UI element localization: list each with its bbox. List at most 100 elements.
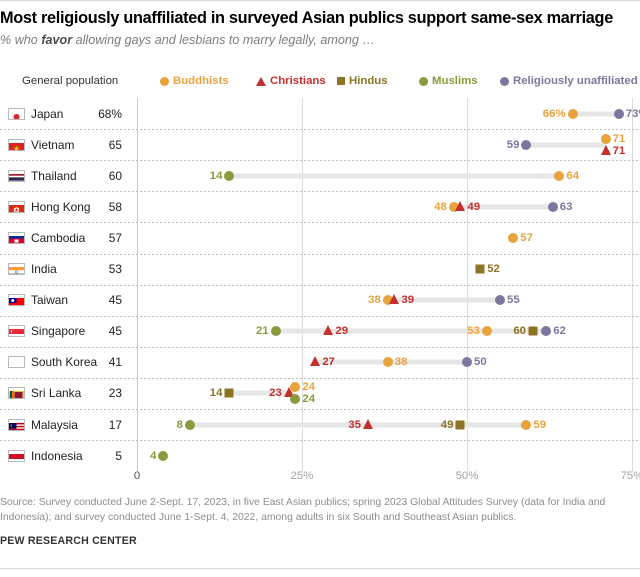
marker-christians[interactable] [363,418,373,429]
marker-buddhists[interactable] [382,357,393,368]
legend-item-hindus[interactable]: Hindus [337,75,388,87]
value-label-muslims: 8 [176,418,183,431]
chart-row[interactable]: Singapore 45 21 29 53 60 62 [0,316,640,347]
legend-item-buddhists[interactable]: Buddhists [160,75,229,87]
marker-buddhists[interactable] [567,108,578,119]
value-label-christians: 39 [401,294,415,307]
flag-icon-indonesia [8,449,25,462]
chart-row[interactable]: Taiwan 45 38 39 55 [0,285,640,316]
chart-row[interactable]: Vietnam 65 59 71 71 [0,129,640,160]
chart-subtitle: % who favor allowing gays and lesbians t… [0,33,640,48]
marker-buddhists[interactable] [554,170,565,181]
x-axis-tick: 75% [620,470,640,482]
chart-row[interactable]: South Korea 41 27 38 50 [0,347,640,378]
marker-christians[interactable] [323,325,334,336]
subtitle-emphasis: favor [41,33,73,47]
legend-general-population-label: General population [22,75,119,87]
flag-icon-taiwan [8,294,25,307]
marker-unaffiliated[interactable] [613,108,624,119]
x-axis-tick: 50% [455,470,479,482]
bottom-divider [0,568,640,569]
marker-muslims[interactable] [184,419,195,430]
range-track [229,173,560,179]
marker-christians[interactable] [600,144,611,155]
general-population-value: 60 [108,168,122,183]
marker-christians[interactable] [310,356,321,367]
marker-muslims[interactable] [224,170,235,181]
marker-buddhists[interactable] [481,326,492,337]
value-label-hindus: 14 [209,387,223,400]
value-label-hindus: 49 [440,418,454,431]
footer: Source: Survey conducted June 2-Sept. 17… [0,496,640,547]
value-label-buddhists: 48 [434,200,447,213]
general-population-value: 45 [108,324,122,339]
flag-icon-southkorea [8,356,25,369]
legend-item-muslims[interactable]: Muslims [419,75,478,87]
marker-hindus[interactable] [455,420,465,430]
legend-triangle-icon-christians [256,76,266,86]
range-track [275,328,547,334]
chart-row[interactable]: Japan 68% 66% 73% [0,98,640,129]
value-label-christians: 29 [335,325,349,338]
x-axis-tick: 0 [133,470,141,482]
marker-muslims[interactable] [290,394,301,405]
legend: General population Buddhists Christians Hi… [0,75,640,91]
value-label-buddhists: 38 [394,356,408,369]
value-label-muslims: 21 [255,325,269,338]
chart-row[interactable]: Sri Lanka 23 14 23 24 24 [0,378,640,409]
marker-unaffiliated[interactable] [521,139,532,150]
legend-label-muslims: Muslims [432,75,478,87]
value-label-muslims: 14 [209,169,223,182]
marker-buddhists[interactable] [508,232,519,243]
chart-row[interactable]: Thailand 60 14 64 [0,160,640,191]
value-label-buddhists: 57 [520,231,533,244]
legend-item-christians[interactable]: Christians [256,75,326,87]
marker-unaffiliated[interactable] [547,201,558,212]
legend-circle-icon-unaffiliated [500,76,509,86]
value-label-muslims: 4 [150,449,157,462]
marker-buddhists[interactable] [521,419,532,430]
value-label-unaffiliated: 59 [506,138,520,151]
value-label-unaffiliated: 63 [559,200,573,213]
subtitle-pre: % who [0,33,42,47]
chart-row[interactable]: India 53 52 [0,254,640,285]
chart-row[interactable]: Hong Kong 58 48 49 63 [0,191,640,222]
marker-hindus[interactable] [475,264,485,274]
flag-icon-india [8,263,25,276]
marker-christians[interactable] [455,200,466,211]
marker-unaffiliated[interactable] [541,326,552,337]
marker-hindus[interactable] [528,326,538,336]
value-label-unaffiliated: 50 [474,356,487,369]
legend-item-unaffiliated[interactable]: Religiously unaffiliated [500,75,638,87]
general-population-value: 57 [108,230,122,245]
flag-icon-malaysia [8,418,25,431]
source-note: Source: Survey conducted June 2-Sept. 17… [0,497,606,523]
marker-buddhists[interactable] [600,133,611,144]
country-label: Vietnam [31,137,75,152]
marker-christians[interactable] [389,294,400,305]
country-label: Malaysia [31,417,78,432]
chart-row[interactable]: Cambodia 57 57 [0,222,640,253]
legend-label-unaffiliated: Religiously unaffiliated [513,75,638,87]
marker-hindus[interactable] [224,388,234,398]
chart-row[interactable]: Malaysia 17 8 35 49 59 [0,409,640,440]
marker-muslims[interactable] [270,326,281,337]
flag-icon-thailand [8,169,25,182]
value-label-buddhists: 64 [566,169,580,182]
top-divider [0,0,640,1]
chart-row[interactable]: Indonesia 5 4 [0,440,640,471]
x-axis-tick: 25% [290,470,314,482]
value-label-buddhists: 71 [612,132,626,145]
general-population-value: 45 [108,293,122,308]
marker-unaffiliated[interactable] [495,295,505,306]
country-label: Indonesia [31,448,83,463]
legend-label-buddhists: Buddhists [173,75,229,87]
subtitle-post: allowing gays and lesbians to marry lega… [72,33,375,47]
flag-icon-hongkong [8,200,25,213]
general-population-value: 58 [108,199,122,214]
page-title: Most religiously unaffiliated in surveye… [0,9,613,27]
marker-muslims[interactable] [158,450,169,461]
marker-buddhists[interactable] [290,382,301,393]
marker-unaffiliated[interactable] [462,357,472,368]
value-label-buddhists: 53 [467,325,480,338]
